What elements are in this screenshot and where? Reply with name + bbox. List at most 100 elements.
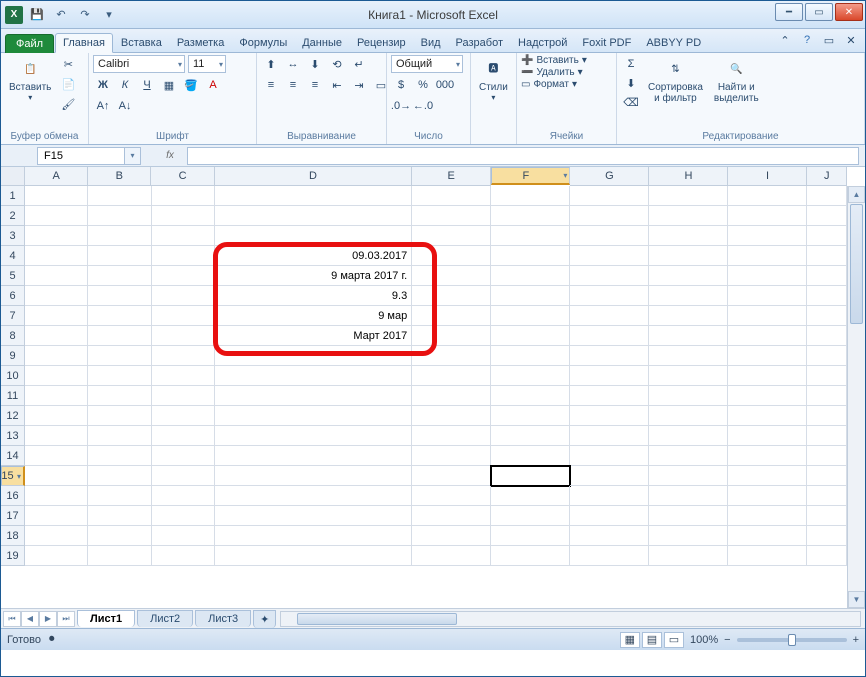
align-center-icon[interactable]: ≡ — [283, 76, 303, 94]
cell-H18[interactable] — [649, 526, 728, 546]
cell-E6[interactable] — [412, 286, 491, 306]
zoom-slider[interactable] — [737, 638, 847, 642]
cell-J3[interactable] — [807, 226, 847, 246]
cell-H10[interactable] — [649, 366, 728, 386]
cell-E9[interactable] — [412, 346, 491, 366]
format-painter-icon[interactable]: 🖌 — [58, 95, 78, 113]
cell-J13[interactable] — [807, 426, 847, 446]
cell-J16[interactable] — [807, 486, 847, 506]
tab-insert[interactable]: Вставка — [114, 34, 169, 52]
cell-C7[interactable] — [152, 306, 215, 326]
col-header-I[interactable]: I — [728, 167, 807, 186]
cell-C19[interactable] — [152, 546, 215, 566]
cell-B4[interactable] — [88, 246, 151, 266]
cell-D9[interactable] — [215, 346, 412, 366]
cell-D10[interactable] — [215, 366, 412, 386]
cell-D14[interactable] — [215, 446, 412, 466]
cell-F2[interactable] — [491, 206, 570, 226]
align-bottom-icon[interactable]: ⬇ — [305, 55, 325, 73]
cell-D6[interactable]: 9.3 — [215, 286, 412, 306]
cell-D15[interactable] — [215, 466, 412, 486]
cell-I17[interactable] — [728, 506, 807, 526]
col-header-F[interactable]: F — [491, 167, 570, 185]
cell-H11[interactable] — [649, 386, 728, 406]
close-button[interactable]: ✕ — [835, 3, 863, 21]
cell-B12[interactable] — [88, 406, 151, 426]
cell-H12[interactable] — [649, 406, 728, 426]
cell-A16[interactable] — [25, 486, 88, 506]
cell-I8[interactable] — [728, 326, 807, 346]
cell-B16[interactable] — [88, 486, 151, 506]
formula-input[interactable] — [187, 147, 859, 165]
cell-G6[interactable] — [570, 286, 649, 306]
cell-F18[interactable] — [491, 526, 570, 546]
align-left-icon[interactable]: ≡ — [261, 76, 281, 94]
cell-C5[interactable] — [152, 266, 215, 286]
border-button[interactable]: ▦ — [159, 76, 179, 94]
cell-G8[interactable] — [570, 326, 649, 346]
cell-D16[interactable] — [215, 486, 412, 506]
cell-I3[interactable] — [728, 226, 807, 246]
cell-I5[interactable] — [728, 266, 807, 286]
redo-icon[interactable]: ↷ — [75, 5, 95, 25]
cell-I15[interactable] — [728, 466, 807, 486]
cell-F10[interactable] — [491, 366, 570, 386]
cell-B8[interactable] — [88, 326, 151, 346]
cell-I2[interactable] — [728, 206, 807, 226]
row-header-4[interactable]: 4 — [1, 246, 25, 266]
cell-J19[interactable] — [807, 546, 847, 566]
cell-F19[interactable] — [491, 546, 570, 566]
cell-C10[interactable] — [152, 366, 215, 386]
cell-H6[interactable] — [649, 286, 728, 306]
row-header-14[interactable]: 14 — [1, 446, 25, 466]
autosum-icon[interactable]: Σ — [621, 55, 641, 73]
number-format-select[interactable]: Общий — [391, 55, 463, 73]
cell-F8[interactable] — [491, 326, 570, 346]
sheet-nav-next[interactable]: ▶ — [39, 611, 57, 627]
row-header-2[interactable]: 2 — [1, 206, 25, 226]
cell-H17[interactable] — [649, 506, 728, 526]
sheet-nav-last[interactable]: ⏭ — [57, 611, 75, 627]
format-cells-button[interactable]: ▭Формат ▾ — [521, 79, 577, 90]
align-right-icon[interactable]: ≡ — [305, 76, 325, 94]
align-middle-icon[interactable]: ↔ — [283, 55, 303, 73]
cell-G12[interactable] — [570, 406, 649, 426]
dec-decimal-icon[interactable]: ←.0 — [413, 97, 433, 115]
cell-G10[interactable] — [570, 366, 649, 386]
cells-area[interactable]: 09.03.20179 марта 2017 г.9.39 марМарт 20… — [25, 186, 847, 608]
cell-H15[interactable] — [649, 466, 728, 486]
indent-inc-icon[interactable]: ⇥ — [349, 76, 369, 94]
cell-E19[interactable] — [412, 546, 491, 566]
cell-F6[interactable] — [491, 286, 570, 306]
help-icon[interactable]: ? — [799, 32, 815, 48]
col-header-C[interactable]: C — [151, 167, 214, 186]
tab-data[interactable]: Данные — [295, 34, 349, 52]
col-header-G[interactable]: G — [570, 167, 649, 186]
row-header-17[interactable]: 17 — [1, 506, 25, 526]
cell-J8[interactable] — [807, 326, 847, 346]
bold-button[interactable]: Ж — [93, 76, 113, 94]
tab-developer[interactable]: Разработ — [449, 34, 510, 52]
paste-button[interactable]: 📋 Вставить ▾ — [5, 55, 55, 105]
col-header-A[interactable]: A — [25, 167, 88, 186]
name-box-dropdown[interactable]: ▾ — [125, 147, 141, 165]
cell-H3[interactable] — [649, 226, 728, 246]
cell-F11[interactable] — [491, 386, 570, 406]
cell-B9[interactable] — [88, 346, 151, 366]
row-header-11[interactable]: 11 — [1, 386, 25, 406]
insert-cells-button[interactable]: ➕Вставить ▾ — [521, 55, 587, 66]
minimize-button[interactable]: ━ — [775, 3, 803, 21]
cell-H2[interactable] — [649, 206, 728, 226]
cell-B18[interactable] — [88, 526, 151, 546]
cell-B6[interactable] — [88, 286, 151, 306]
col-header-D[interactable]: D — [215, 167, 413, 186]
tab-foxit[interactable]: Foxit PDF — [575, 34, 638, 52]
cell-I7[interactable] — [728, 306, 807, 326]
cell-G13[interactable] — [570, 426, 649, 446]
sheet-tab-3[interactable]: Лист3 — [195, 610, 251, 627]
cell-G2[interactable] — [570, 206, 649, 226]
cell-G4[interactable] — [570, 246, 649, 266]
qat-more-icon[interactable]: ▾ — [99, 5, 119, 25]
grow-font-icon[interactable]: A↑ — [93, 97, 113, 115]
tab-formulas[interactable]: Формулы — [232, 34, 294, 52]
